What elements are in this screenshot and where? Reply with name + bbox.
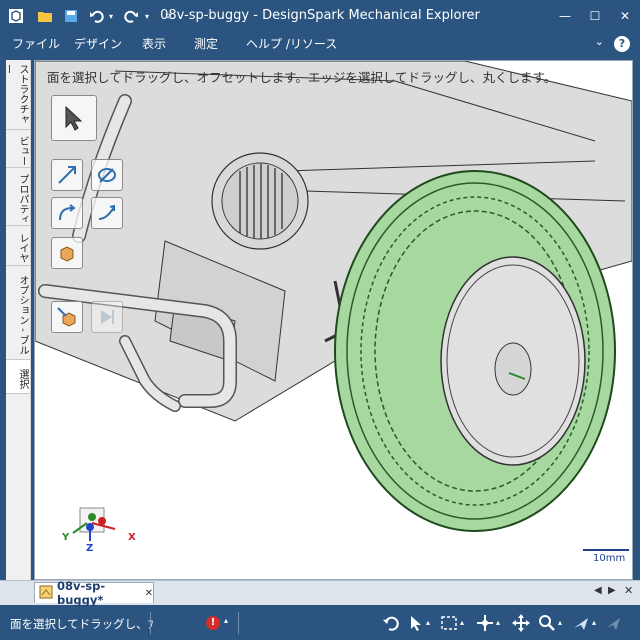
menu-file[interactable]: ファイル — [12, 35, 60, 52]
title-bar: ▾ ▾ ▿ 08v-sp-buggy - DesignSpark Mechani… — [0, 0, 640, 32]
box-select-icon[interactable] — [440, 614, 458, 635]
minimize-button[interactable]: — — [550, 4, 580, 28]
pan-icon[interactable] — [476, 614, 494, 635]
menu-help[interactable]: ヘルプ /リソース — [246, 35, 337, 52]
menu-bar: ファイル デザイン 表示 測定 ヘルプ /リソース — [0, 32, 640, 56]
maximize-button[interactable]: ☐ — [580, 4, 610, 28]
fly-icon[interactable] — [572, 614, 590, 635]
snap-icon[interactable] — [604, 614, 622, 635]
select-arrow-icon[interactable] — [51, 95, 97, 141]
tab-selection[interactable]: 選択 — [6, 360, 30, 394]
document-tab-close-icon[interactable]: ✕ — [145, 588, 153, 599]
3d-viewport[interactable]: X Y Z 面を選択してドラッグし、オフセットします。エッジを選択してドラッグし… — [34, 60, 633, 580]
sweep-icon[interactable] — [91, 197, 123, 229]
chevron-down-icon[interactable]: ⌄ — [595, 35, 604, 48]
menu-measure[interactable]: 測定 — [194, 35, 218, 52]
undo-icon[interactable] — [86, 0, 108, 32]
tab-structure[interactable]: ストラクチャー — [2, 60, 30, 130]
tab-layers[interactable]: レイヤ — [6, 226, 30, 266]
pull-solid-icon[interactable] — [51, 301, 83, 333]
side-panel-tabs: ストラクチャー ビュー プロパティ レイヤ オプション - ブル 選択 — [2, 60, 31, 580]
move-view-icon[interactable] — [512, 614, 530, 635]
document-icon — [39, 585, 53, 602]
scale-line — [583, 549, 629, 551]
tab-close-all-icon[interactable]: ✕ — [624, 584, 633, 597]
select-dropdown-icon[interactable]: ▴ — [426, 618, 430, 627]
document-tab-label: 08v-sp-buggy* — [57, 579, 106, 607]
select-icon[interactable] — [408, 614, 424, 635]
folder-open-icon[interactable] — [34, 0, 56, 32]
redo-dropdown-icon[interactable]: ▾ — [142, 0, 152, 32]
status-divider — [150, 612, 151, 634]
fill-icon[interactable] — [91, 301, 123, 333]
document-tab[interactable]: 08v-sp-buggy* ✕ — [34, 579, 154, 607]
save-icon[interactable] — [60, 0, 82, 32]
scale-bar: 10mm — [583, 549, 629, 564]
zoom-icon[interactable] — [538, 614, 556, 635]
error-icon[interactable]: ! — [206, 616, 220, 630]
help-button[interactable]: ? — [614, 36, 630, 52]
orientation-triad[interactable]: X Y Z — [61, 507, 136, 554]
tab-options[interactable]: オプション - ブル — [6, 266, 30, 360]
error-dropdown-icon[interactable]: ▴ — [224, 616, 228, 625]
blend-icon[interactable] — [51, 237, 83, 269]
undo-dropdown-icon[interactable]: ▾ — [106, 0, 116, 32]
pull-icon[interactable] — [91, 159, 123, 191]
menu-view[interactable]: 表示 — [142, 35, 166, 52]
zoom-dropdown-icon[interactable]: ▴ — [558, 618, 562, 627]
model-view[interactable]: X Y Z — [35, 61, 632, 579]
menu-design[interactable]: デザイン — [74, 35, 122, 52]
close-button[interactable]: ✕ — [610, 4, 640, 28]
box-select-dropdown-icon[interactable]: ▴ — [460, 618, 464, 627]
rotate-icon[interactable] — [382, 614, 400, 635]
headlight[interactable] — [211, 152, 309, 250]
redo-icon[interactable] — [120, 0, 142, 32]
revolve-icon[interactable] — [51, 197, 83, 229]
status-divider-2 — [238, 612, 239, 634]
app-logo-icon[interactable] — [4, 0, 28, 32]
triad-x-label: X — [128, 532, 136, 543]
status-bar: 面を選択してドラッグし、ﾌ ! ▴ ▴ ▴ ▴ ▴ ▴ — [0, 606, 640, 640]
scale-label: 10mm — [593, 553, 626, 564]
fly-dropdown-icon[interactable]: ▴ — [592, 618, 596, 627]
hint-text: 面を選択してドラッグし、オフセットします。エッジを選択してドラッグし、丸くします… — [47, 70, 557, 85]
triad-z-label: Z — [86, 543, 93, 554]
tab-scroll-left-icon[interactable]: ◀ — [594, 585, 602, 596]
customize-icon[interactable]: ▿ — [160, 0, 176, 32]
tab-views[interactable]: ビュー — [6, 130, 30, 168]
move-icon[interactable] — [51, 159, 83, 191]
pan-dropdown-icon[interactable]: ▴ — [496, 618, 500, 627]
triad-y-label: Y — [61, 532, 70, 543]
tab-scroll-right-icon[interactable]: ▶ — [608, 585, 616, 596]
status-text: 面を選択してドラッグし、ﾌ — [10, 617, 154, 631]
tab-properties[interactable]: プロパティ — [6, 168, 30, 226]
